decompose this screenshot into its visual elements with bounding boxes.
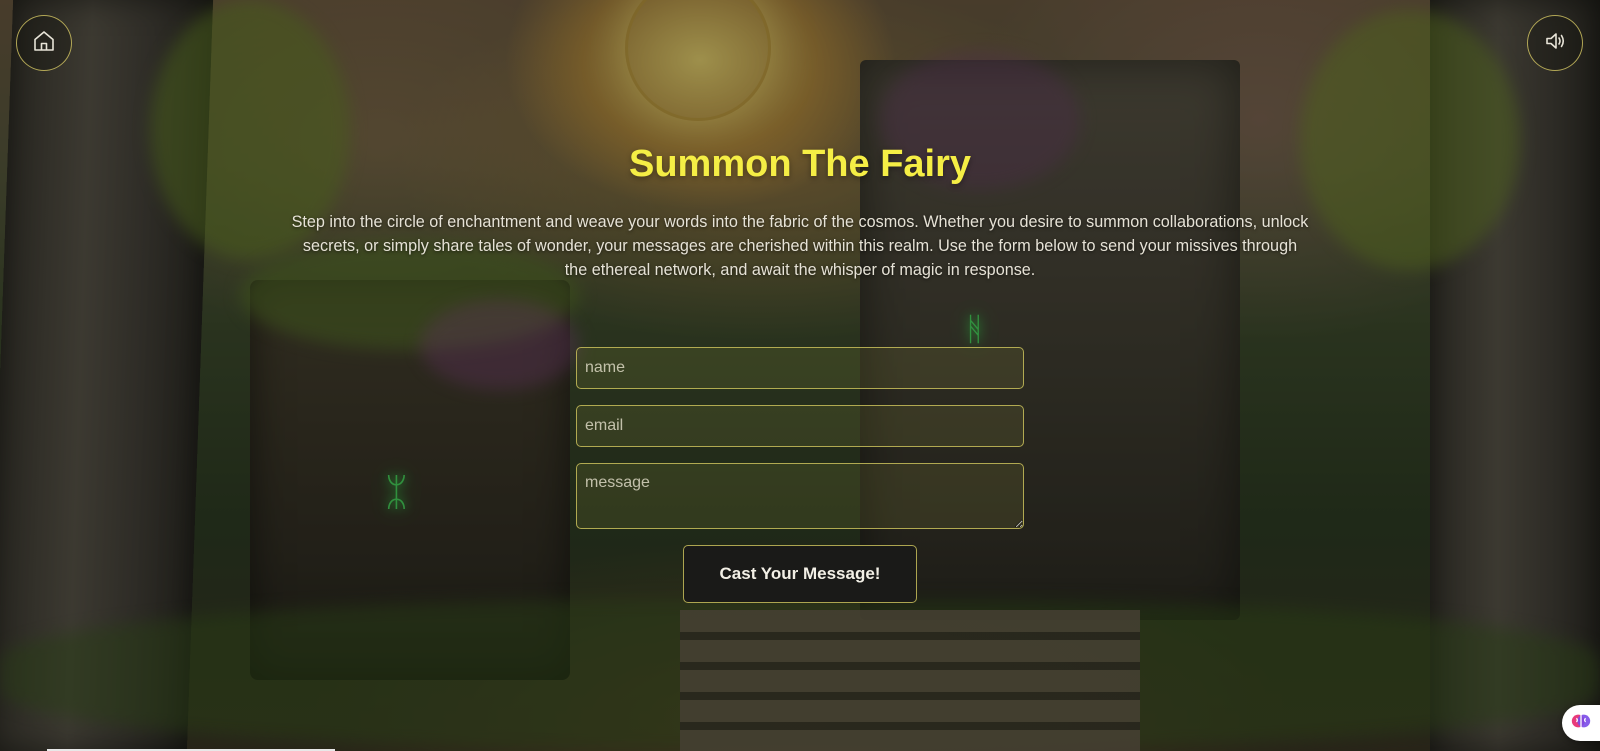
speaker-icon [1543, 29, 1567, 58]
page-title: Summon The Fairy [628, 143, 972, 185]
sound-toggle-button[interactable] [1527, 15, 1583, 71]
home-icon [32, 29, 56, 58]
name-input[interactable] [576, 347, 1024, 389]
brain-icon [1570, 710, 1592, 737]
home-button[interactable] [16, 15, 72, 71]
contact-form: Cast Your Message! [576, 347, 1024, 603]
intro-text: Step into the circle of enchantment and … [291, 213, 1309, 279]
submit-button[interactable]: Cast Your Message! [683, 545, 917, 603]
message-textarea[interactable] [576, 463, 1024, 529]
email-input[interactable] [576, 405, 1024, 447]
assistant-widget-button[interactable] [1562, 705, 1600, 741]
